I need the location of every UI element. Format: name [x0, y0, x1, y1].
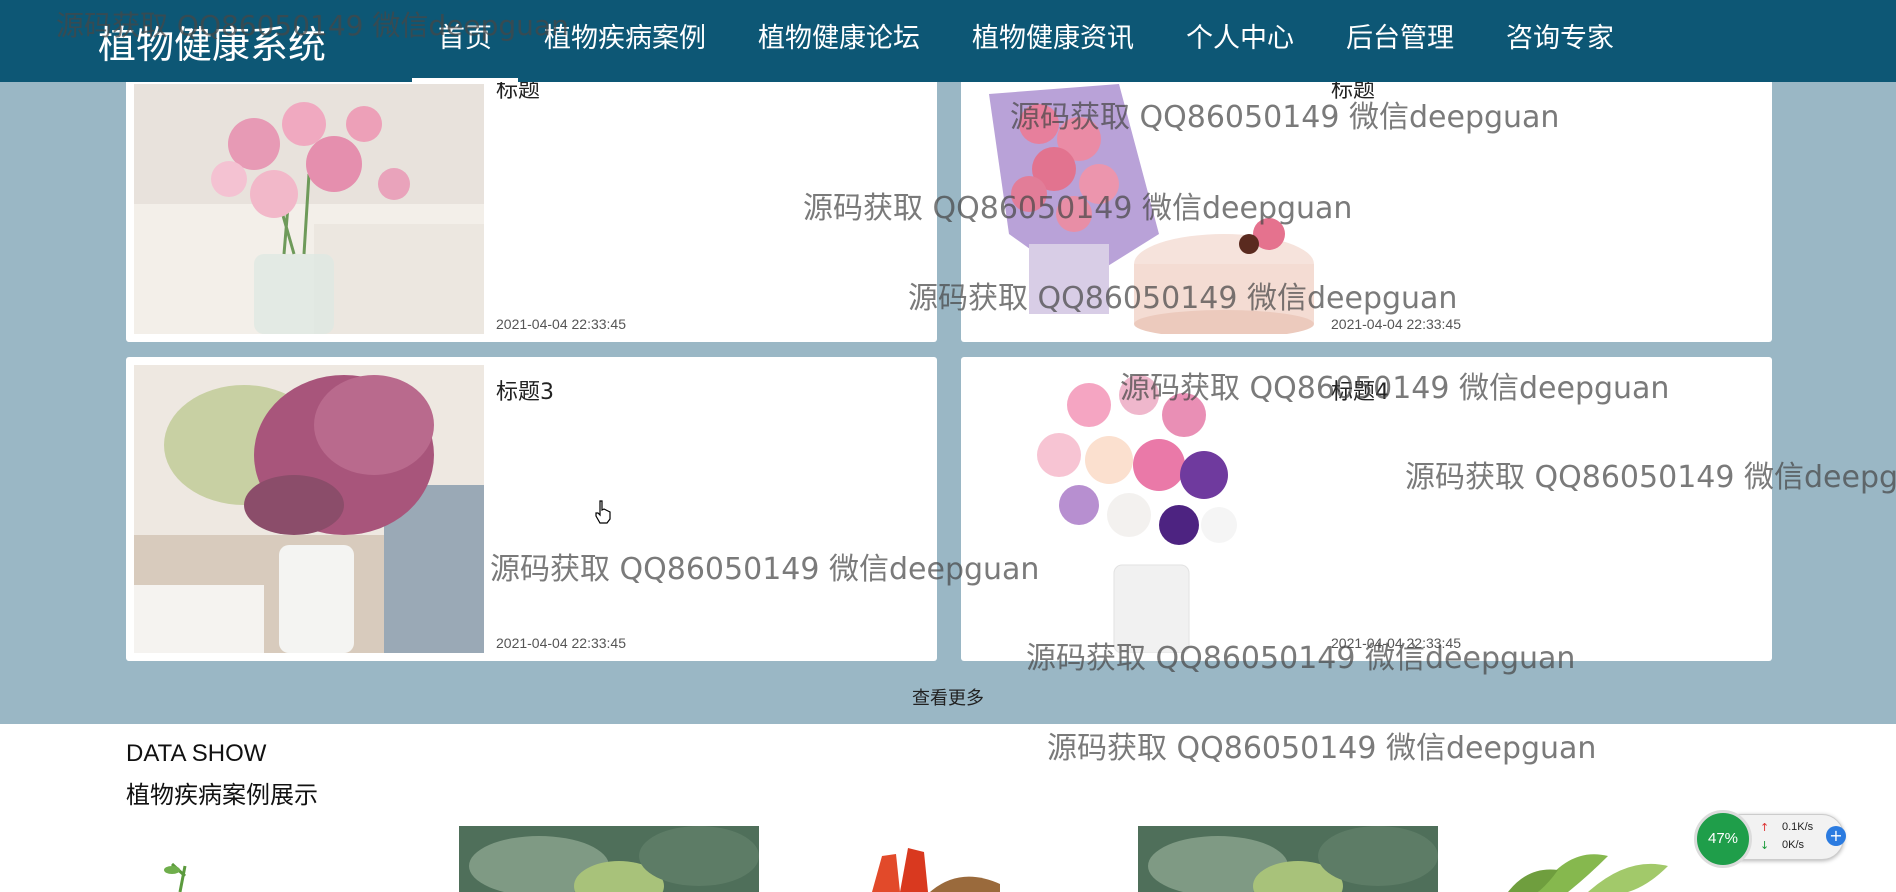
view-more-link[interactable]: 查看更多	[0, 684, 1896, 710]
expand-plus-icon[interactable]: +	[1826, 826, 1846, 846]
upload-arrow-icon: ↑	[1760, 821, 1770, 834]
news-card-image	[134, 84, 484, 334]
memory-usage-indicator[interactable]: 47%	[1694, 810, 1752, 868]
news-card[interactable]: 标题 2021-04-04 22:33:45	[961, 76, 1772, 342]
news-card-date: 2021-04-04 22:33:45	[1331, 635, 1461, 651]
carrots-image	[800, 826, 1100, 892]
site-brand[interactable]: 植物健康系统	[98, 14, 326, 69]
green-plant-image	[120, 826, 420, 892]
upload-speed: 0.1K/s	[1782, 821, 1814, 833]
news-card-date: 2021-04-04 22:33:45	[496, 635, 626, 651]
news-card-image	[969, 365, 1319, 653]
nav-item-consult-expert[interactable]: 咨询专家	[1480, 0, 1640, 82]
hand-cursor-icon	[594, 500, 612, 528]
news-card-image	[969, 84, 1319, 334]
news-card-date: 2021-04-04 22:33:45	[1331, 316, 1461, 332]
bouquet-cake-image	[969, 84, 1319, 334]
nav-item-news[interactable]: 植物健康资讯	[946, 0, 1160, 82]
case-card[interactable]	[800, 826, 1100, 892]
news-card[interactable]: 标题4 2021-04-04 22:33:45	[961, 357, 1772, 661]
download-speed: 0K/s	[1782, 839, 1805, 851]
news-card-title: 标题3	[496, 380, 554, 405]
top-navbar: 植物健康系统 首页 植物疾病案例 植物健康论坛 植物健康资讯 个人中心 后台管理…	[0, 0, 1896, 82]
case-card[interactable]	[120, 826, 420, 892]
nav-item-admin[interactable]: 后台管理	[1320, 0, 1480, 82]
case-card[interactable]	[1138, 826, 1438, 892]
section-title-en: DATA SHOW	[126, 740, 267, 767]
case-card[interactable]	[459, 826, 759, 892]
news-card-date: 2021-04-04 22:33:45	[496, 316, 626, 332]
nav-item-home[interactable]: 首页	[412, 0, 518, 82]
nav-item-profile[interactable]: 个人中心	[1160, 0, 1320, 82]
news-card[interactable]: 标题 2021-04-04 22:33:45	[126, 76, 937, 342]
broccoli-image	[1138, 826, 1438, 892]
broccoli-image	[459, 826, 759, 892]
news-card-image	[134, 365, 484, 653]
news-card-title: 标题4	[1331, 380, 1389, 405]
main-menu: 首页 植物疾病案例 植物健康论坛 植物健康资讯 个人中心 后台管理 咨询专家	[412, 0, 1640, 82]
network-monitor-widget[interactable]: 47% ↑ 0.1K/s ↓ 0K/s +	[1690, 808, 1854, 868]
nav-item-forum[interactable]: 植物健康论坛	[732, 0, 946, 82]
watermark: 源码获取 QQ86050149 微信deepguan	[1047, 731, 1597, 766]
lisianthus-vase-image	[969, 365, 1319, 653]
download-arrow-icon: ↓	[1760, 839, 1770, 852]
section-title-cn: 植物疾病案例展示	[126, 781, 318, 809]
nav-item-disease-cases[interactable]: 植物疾病案例	[518, 0, 732, 82]
news-card[interactable]: 标题3 2021-04-04 22:33:45	[126, 357, 937, 661]
pink-ranunculus-image	[134, 84, 484, 334]
dried-flowers-image	[134, 365, 484, 653]
news-section: 标题 2021-04-04 22:33:45 标题 2021-04-04 22:…	[0, 76, 1896, 724]
